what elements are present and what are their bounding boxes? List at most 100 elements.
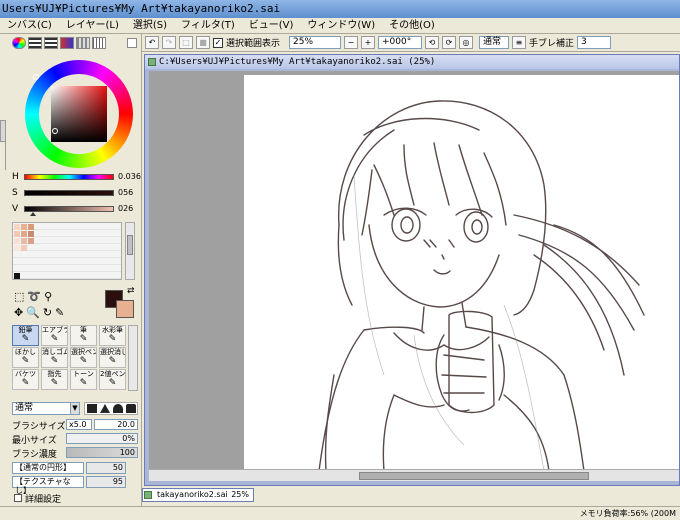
saturation-value-square[interactable] [51, 86, 107, 142]
brush-icon: ✎ [21, 356, 30, 366]
sv-cursor[interactable] [52, 128, 58, 134]
tool-cell[interactable]: ぼかし ✎ [12, 347, 39, 368]
brush-size-value[interactable]: 20.0 [94, 419, 138, 430]
redo-icon[interactable]: ↷ [162, 36, 176, 49]
advanced-settings-checkbox[interactable] [14, 494, 22, 502]
brush-icon: ✎ [50, 356, 59, 366]
document-tab[interactable]: takayanoriko2.sai 25% [142, 488, 254, 502]
selection-checkbox[interactable]: ✓ [213, 37, 223, 48]
tool-grid-scrollbar[interactable] [128, 325, 138, 391]
tool-cell[interactable]: バケツ ✎ [12, 369, 39, 390]
stabilizer-label: 手ブレ補正 [529, 39, 575, 49]
tool-cell[interactable]: 鉛筆 ✎ [12, 325, 39, 346]
tool-label: 鉛筆 [18, 326, 33, 334]
color-wheel[interactable] [25, 60, 133, 168]
scrollbar-thumb[interactable] [359, 472, 589, 480]
texture-strength[interactable]: 95 [86, 476, 126, 488]
canvas-area[interactable] [149, 71, 679, 469]
hue-slider[interactable] [24, 174, 114, 180]
tool-cell[interactable]: エアブラシ✎ [41, 325, 68, 346]
brush-tip-shapes [84, 402, 138, 415]
document-window: C:¥Users¥UJ¥Pictures¥My Art¥takayanoriko… [144, 54, 680, 486]
invert-select-icon[interactable]: ■ [196, 36, 210, 49]
tool-label: エアブラシ [42, 326, 67, 334]
panel-edge-tab[interactable] [0, 120, 6, 142]
rotation-field[interactable]: +000° [378, 36, 423, 49]
tool-cell[interactable]: 水彩筆 ✎ [99, 325, 126, 346]
menu-other[interactable]: その他(O) [382, 18, 442, 33]
saturation-slider[interactable] [24, 190, 114, 196]
brush-icon: ✎ [108, 334, 117, 344]
zoom-out-icon[interactable]: − [344, 36, 359, 49]
magic-wand-icon[interactable]: ⚲ [44, 290, 52, 303]
undo-icon[interactable]: ↶ [145, 36, 159, 49]
menu-canvas[interactable]: ンバス(C) [0, 18, 59, 33]
menu-filter[interactable]: フィルタ(T) [174, 18, 242, 33]
document-tabs: takayanoriko2.sai 25% [142, 487, 680, 505]
density-value[interactable]: 100 [66, 447, 138, 458]
drawing-canvas[interactable] [244, 75, 679, 469]
rotate-reset-icon[interactable]: ◎ [459, 36, 474, 49]
h-value: 0.036 [118, 172, 141, 181]
rotate-icon[interactable]: ↻ [43, 306, 52, 319]
tool-cell[interactable]: 消しゴム ✎ [41, 347, 68, 368]
zoom-field[interactable]: 25% [289, 36, 342, 49]
tip-triangle-icon[interactable] [100, 404, 110, 413]
brush-icon: ✎ [50, 378, 59, 388]
s-label: S [12, 188, 18, 198]
tip-sharp-icon[interactable] [87, 404, 97, 413]
h-label: H [12, 172, 19, 182]
palette-scrollbar[interactable] [125, 222, 135, 280]
eyedropper-icon[interactable]: ✎ [55, 306, 64, 319]
tool-cell[interactable]: 選択消し ✎ [99, 347, 126, 368]
swatch-mode-icon[interactable] [76, 37, 90, 49]
zoom-icon[interactable]: 🔍 [26, 306, 40, 319]
tool-cell[interactable]: 2値ペン ✎ [99, 369, 126, 390]
tool-cell[interactable]: トーン ✎ [70, 369, 97, 390]
value-slider[interactable] [24, 206, 114, 212]
nav-tools-row: ✥ 🔍 ↻ ✎ [14, 306, 64, 319]
brush-icon: ✎ [79, 356, 88, 366]
gradient-icon[interactable] [60, 37, 74, 49]
rect-select-icon[interactable]: ⬚ [14, 290, 24, 303]
rotate-left-icon[interactable]: ⟲ [425, 36, 440, 49]
deselect-icon[interactable]: □ [179, 36, 193, 49]
canvas-toolbar: ↶ ↷ □ ■ ✓ 選択範囲表示 25% − + +000° ⟲ ⟳ ◎ 通常 … [142, 34, 680, 52]
min-size-value[interactable]: 0% [66, 433, 138, 444]
menu-selection[interactable]: 選択(S) [126, 18, 174, 33]
zoom-in-icon[interactable]: + [361, 36, 376, 49]
rgb-slider-icon[interactable] [28, 37, 42, 49]
tool-label: 選択消し [100, 348, 126, 356]
brush-shape-strength[interactable]: 50 [86, 462, 126, 474]
chevron-down-icon[interactable]: ▼ [70, 402, 80, 415]
horizontal-scrollbar[interactable] [149, 469, 679, 481]
tip-round-icon[interactable] [113, 404, 123, 413]
panel-pin-icon[interactable] [127, 38, 137, 48]
swap-colors-icon[interactable]: ⇄ [127, 286, 135, 296]
texture-select[interactable]: 【テクスチャなし】 [12, 476, 84, 495]
tip-flat-icon[interactable] [126, 404, 136, 413]
blend-mode-field[interactable]: 通常 [479, 36, 510, 49]
stabilizer-icon[interactable]: ≡ [512, 36, 527, 49]
brush-shape-select[interactable]: 【通常の円形】 [12, 462, 84, 474]
hue-cursor[interactable] [33, 74, 39, 80]
document-title: C:¥Users¥UJ¥Pictures¥My Art¥takayanoriko… [145, 55, 679, 69]
density-label: ブラシ濃度 [12, 450, 57, 460]
scratchpad-icon[interactable] [92, 37, 106, 49]
brush-size-label: ブラシサイズ [12, 422, 66, 432]
stabilizer-select[interactable]: 3 [577, 36, 612, 49]
color-swatch-palette[interactable] [12, 222, 122, 280]
hsv-slider-icon[interactable] [44, 37, 58, 49]
menu-view[interactable]: ビュー(V) [242, 18, 301, 33]
menu-layer[interactable]: レイヤー(L) [59, 18, 126, 33]
tool-cell[interactable]: 指先 ✎ [41, 369, 68, 390]
move-icon[interactable]: ✥ [14, 306, 23, 319]
menu-window[interactable]: ウィンドウ(W) [300, 18, 382, 33]
tool-cell[interactable]: 筆 ✎ [70, 325, 97, 346]
lasso-icon[interactable]: ➰ [27, 290, 41, 303]
color-wheel-mode-icon[interactable] [12, 37, 26, 49]
brush-size-multiplier[interactable]: x5.0 [66, 419, 92, 430]
background-color[interactable] [116, 300, 134, 318]
tool-cell[interactable]: 選択ペン ✎ [70, 347, 97, 368]
rotate-right-icon[interactable]: ⟳ [442, 36, 457, 49]
